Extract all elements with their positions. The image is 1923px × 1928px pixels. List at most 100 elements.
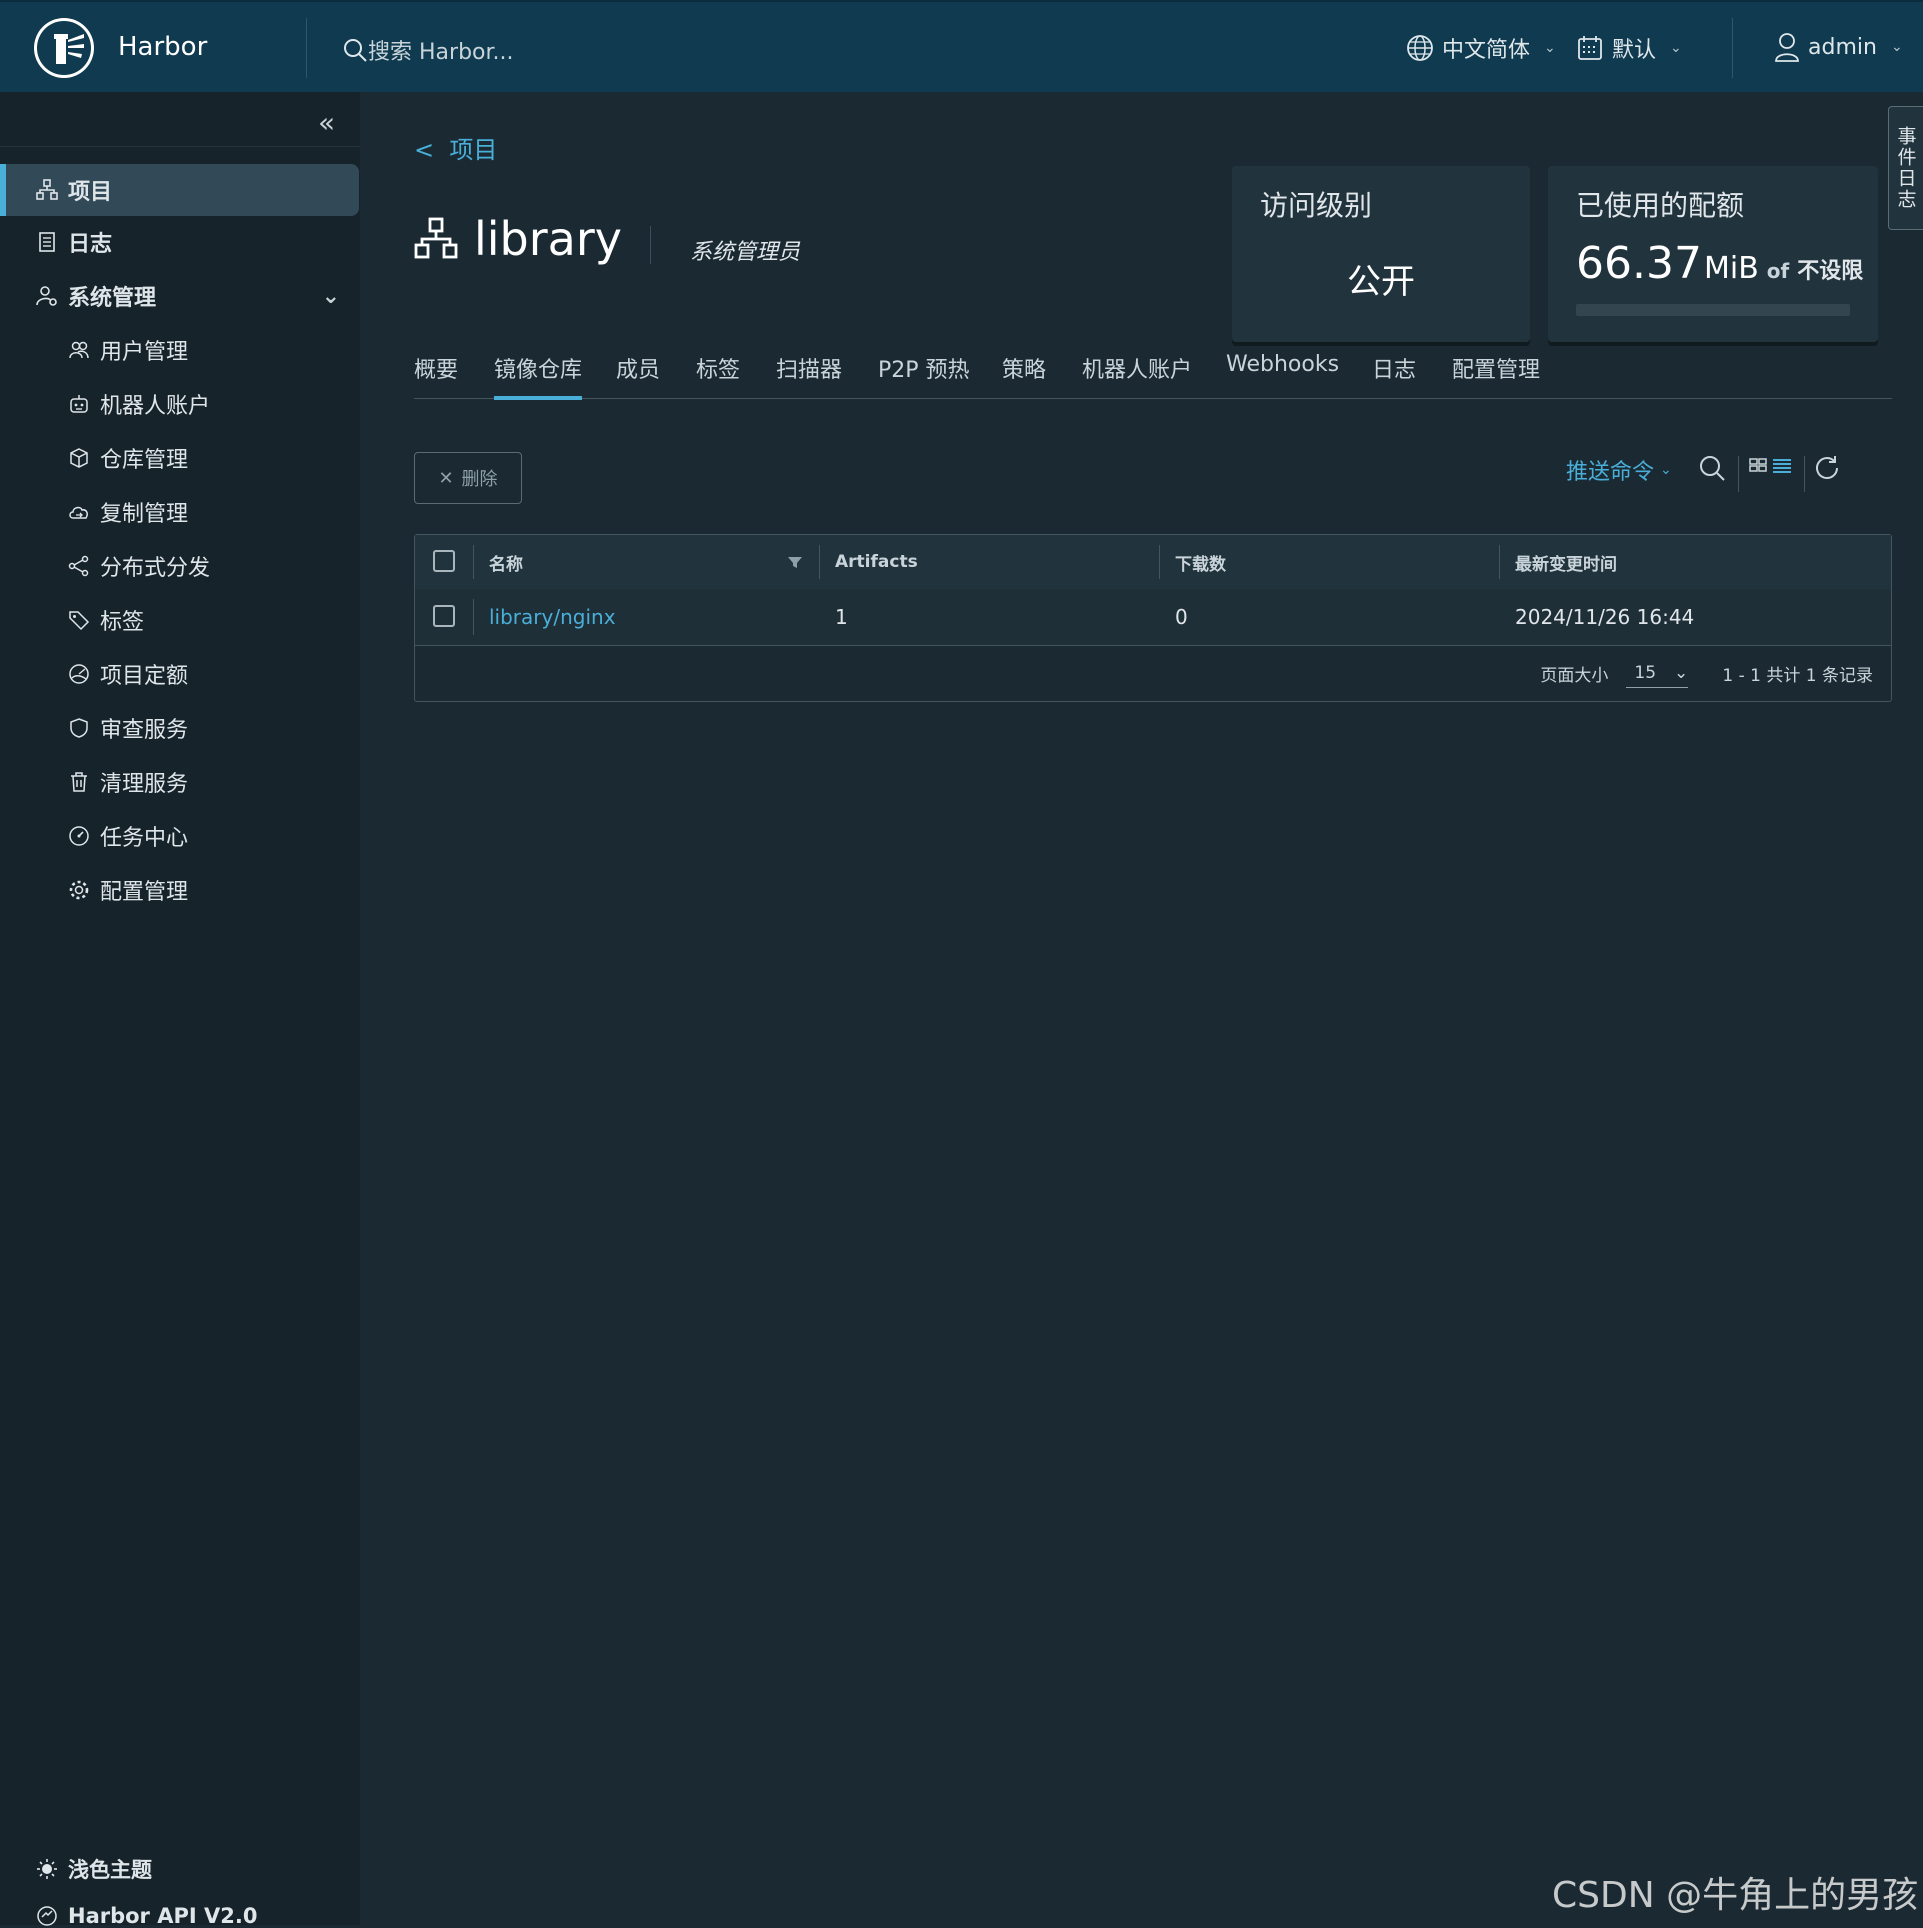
sidebar-item-labels[interactable]: 标签 bbox=[0, 594, 360, 646]
search-toggle[interactable] bbox=[1698, 454, 1726, 482]
tab-p2p-preheat[interactable]: P2P 预热 bbox=[878, 352, 970, 396]
sidebar-item-job-service[interactable]: 任务中心 bbox=[0, 810, 360, 862]
tab-configuration[interactable]: 配置管理 bbox=[1452, 352, 1540, 396]
tab-summary[interactable]: 概要 bbox=[414, 352, 458, 396]
quota-title: 已使用的配额 bbox=[1576, 189, 1745, 222]
cloud-replication-icon bbox=[68, 501, 90, 523]
shield-icon bbox=[68, 717, 90, 739]
user-menu[interactable]: admin ⌄ bbox=[1774, 32, 1903, 62]
close-icon: ✕ bbox=[438, 467, 454, 489]
sidebar-divider bbox=[0, 146, 360, 147]
sidebar-item-project-quotas[interactable]: 项目定额 bbox=[0, 648, 360, 700]
tab-webhooks[interactable]: Webhooks bbox=[1226, 352, 1339, 389]
project-tabs: 概要 镜像仓库 成员 标签 扫描器 P2P 预热 策略 机器人账户 Webhoo… bbox=[414, 338, 1892, 400]
pagination-summary: 1 - 1 共计 1 条记录 bbox=[1722, 665, 1873, 686]
sidebar-item-configuration[interactable]: 配置管理 bbox=[0, 864, 360, 916]
logs-icon bbox=[36, 231, 58, 253]
user-icon bbox=[1774, 32, 1800, 62]
sidebar-item-replications[interactable]: 复制管理 bbox=[0, 486, 360, 538]
chevron-down-icon: ⌄ bbox=[1544, 40, 1556, 56]
list-view-toggle[interactable] bbox=[1772, 454, 1792, 476]
collapse-sidebar-icon[interactable]: « bbox=[318, 106, 335, 139]
chevron-down-icon: ⌄ bbox=[1890, 39, 1903, 55]
column-divider bbox=[1499, 545, 1500, 579]
sidebar-item-projects[interactable]: 项目 bbox=[0, 164, 359, 216]
card-view-toggle[interactable] bbox=[1748, 454, 1770, 476]
tab-logs[interactable]: 日志 bbox=[1372, 352, 1416, 396]
row-checkbox[interactable] bbox=[433, 605, 455, 627]
calendar-icon bbox=[1576, 34, 1604, 62]
search-icon bbox=[1698, 454, 1726, 482]
toolbar-divider bbox=[1738, 456, 1739, 492]
filter-icon[interactable] bbox=[787, 535, 803, 589]
sidebar-item-registries[interactable]: 仓库管理 bbox=[0, 432, 360, 484]
page-size-label: 页面大小 bbox=[1540, 665, 1609, 686]
theme-toggle[interactable]: 浅色主题 bbox=[36, 1854, 152, 1884]
datetime-format-selector[interactable]: 默认 ⌄ bbox=[1576, 32, 1682, 64]
chevron-down-icon[interactable]: ⌄ bbox=[322, 284, 340, 309]
quota-usage: 66.37 MiB of 不设限 bbox=[1576, 238, 1863, 289]
api-link[interactable]: Harbor API V2.0 bbox=[36, 1904, 257, 1928]
event-log-tab[interactable]: 事件日志 bbox=[1888, 106, 1923, 230]
tab-policy[interactable]: 策略 bbox=[1002, 352, 1046, 396]
global-search[interactable]: 搜索 Harbor... bbox=[342, 33, 514, 67]
projects-icon bbox=[36, 179, 58, 201]
sidebar-item-label: 配置管理 bbox=[100, 880, 189, 905]
brand-name[interactable]: Harbor bbox=[118, 32, 207, 62]
back-to-projects-link[interactable]: < 项目 bbox=[414, 130, 497, 165]
column-divider bbox=[1159, 545, 1160, 579]
project-icon bbox=[414, 217, 458, 261]
api-link-label: Harbor API V2.0 bbox=[68, 1904, 258, 1928]
globe-icon bbox=[1406, 34, 1434, 62]
sidebar-item-robot-accounts[interactable]: 机器人账户 bbox=[0, 378, 360, 430]
access-level-value: 公开 bbox=[1347, 262, 1415, 302]
language-selector[interactable]: 中文简体 ⌄ bbox=[1406, 32, 1556, 64]
page-size-select[interactable]: 15 ⌄ bbox=[1626, 658, 1689, 688]
sidebar-item-label: 项目定额 bbox=[100, 664, 189, 689]
column-header-artifacts[interactable]: Artifacts bbox=[835, 535, 918, 589]
search-icon bbox=[342, 37, 368, 63]
column-header-name[interactable]: 名称 bbox=[489, 535, 523, 589]
grid-view-icon bbox=[1748, 454, 1770, 476]
sidebar-item-users[interactable]: 用户管理 bbox=[0, 324, 360, 376]
share-icon bbox=[68, 555, 90, 577]
push-command-dropdown[interactable]: 推送命令 ⌄ bbox=[1566, 454, 1672, 486]
refresh-button[interactable] bbox=[1814, 454, 1840, 482]
api-icon bbox=[36, 1905, 58, 1927]
repository-name-link[interactable]: library/nginx bbox=[489, 589, 616, 645]
delete-button[interactable]: ✕ 删除 bbox=[414, 452, 522, 504]
sidebar-item-distributions[interactable]: 分布式分发 bbox=[0, 540, 360, 592]
sidebar-item-clean-up[interactable]: 清理服务 bbox=[0, 756, 360, 808]
sidebar-item-label: 机器人账户 bbox=[100, 394, 211, 419]
column-divider bbox=[473, 599, 474, 635]
back-link-label: 项目 bbox=[449, 136, 498, 164]
sidebar-item-system-admin[interactable]: 系统管理 ⌄ bbox=[0, 270, 360, 322]
sun-icon bbox=[36, 1858, 58, 1880]
admin-icon bbox=[36, 285, 58, 307]
tab-labels[interactable]: 标签 bbox=[696, 352, 740, 396]
tab-scanner[interactable]: 扫描器 bbox=[776, 352, 842, 396]
tab-members[interactable]: 成员 bbox=[616, 352, 660, 396]
title-divider bbox=[650, 226, 651, 264]
harbor-logo-icon[interactable] bbox=[34, 18, 94, 78]
gear-icon bbox=[68, 879, 90, 901]
select-all-checkbox[interactable] bbox=[433, 550, 455, 572]
column-header-pulls[interactable]: 下载数 bbox=[1175, 535, 1226, 589]
tab-robot-accounts[interactable]: 机器人账户 bbox=[1082, 352, 1192, 396]
last-modified-time: 2024/11/26 16:44 bbox=[1515, 605, 1695, 629]
tab-repositories[interactable]: 镜像仓库 bbox=[494, 352, 583, 400]
tag-icon bbox=[68, 609, 90, 631]
sidebar-item-logs[interactable]: 日志 bbox=[0, 216, 360, 268]
sidebar-item-interrogation-services[interactable]: 审查服务 bbox=[0, 702, 360, 754]
quota-unit: MiB bbox=[1703, 251, 1759, 286]
sidebar-item-label: 系统管理 bbox=[68, 286, 157, 311]
search-input[interactable]: 搜索 Harbor... bbox=[368, 34, 514, 66]
trash-icon bbox=[68, 771, 90, 793]
access-level-title: 访问级别 bbox=[1260, 189, 1373, 222]
sidebar: « 项目 日志 系统管理 ⌄ 用户管理 机器人账户 仓库管理 复制管理 分布式分… bbox=[0, 92, 360, 1928]
column-header-last-modified[interactable]: 最新变更时间 bbox=[1515, 535, 1617, 589]
sidebar-item-label: 日志 bbox=[68, 232, 113, 257]
page-size-value: 15 bbox=[1634, 662, 1657, 683]
robot-icon bbox=[68, 393, 90, 415]
push-command-label: 推送命令 bbox=[1566, 460, 1655, 485]
